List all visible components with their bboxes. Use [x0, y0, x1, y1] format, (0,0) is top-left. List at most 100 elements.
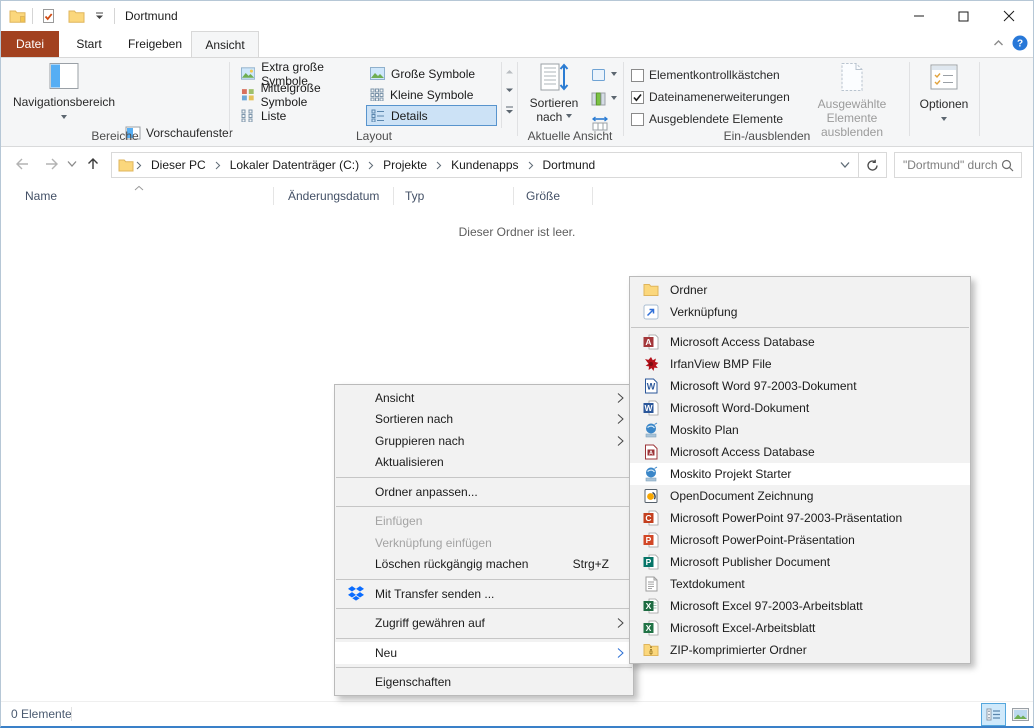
hidden-items-checkbox[interactable]: Ausgeblendete Elemente — [631, 108, 783, 130]
maximize-button[interactable] — [941, 1, 986, 31]
new-item-ordner[interactable]: Ordner — [630, 279, 970, 301]
publisher-file-icon: P — [643, 554, 659, 570]
column-divider[interactable] — [592, 187, 593, 205]
breadcrumb-chevron-icon[interactable] — [215, 161, 221, 170]
address-dropdown-icon[interactable] — [840, 161, 850, 169]
context-menu-item-neu-highlighted[interactable]: Neu — [335, 642, 633, 664]
search-input[interactable] — [895, 158, 1001, 172]
new-item-powerpoint-97-2003[interactable]: C Microsoft PowerPoint 97-2003-Präsentat… — [630, 507, 970, 529]
column-divider[interactable] — [393, 187, 394, 205]
recent-locations-icon[interactable] — [67, 160, 77, 168]
layout-list[interactable]: Liste — [237, 105, 368, 126]
file-extensions-checkbox[interactable]: Dateinamenerweiterungen — [631, 86, 790, 108]
breadcrumb-chevron-icon[interactable] — [136, 161, 142, 170]
tab-ansicht[interactable]: Ansicht — [191, 31, 259, 57]
context-menu-item-eigenschaften[interactable]: Eigenschaften — [335, 672, 633, 694]
back-icon[interactable] — [13, 156, 31, 172]
context-menu-item-aktualisieren[interactable]: Aktualisieren — [335, 452, 633, 474]
gallery-scrollbar[interactable] — [501, 62, 516, 128]
column-header-date[interactable]: Änderungsdatum — [284, 183, 389, 209]
svg-text:C: C — [645, 513, 651, 523]
svg-text:A: A — [645, 337, 651, 347]
moskito-icon — [643, 466, 659, 482]
address-bar[interactable]: Dieser PC Lokaler Datenträger (C:) Proje… — [111, 152, 887, 178]
up-icon[interactable] — [85, 156, 101, 172]
new-item-excel-97-2003[interactable]: X Microsoft Excel 97-2003-Arbeitsblatt — [630, 595, 970, 617]
search-icon[interactable] — [1001, 159, 1014, 172]
forward-icon[interactable] — [43, 156, 61, 172]
new-item-opendocument-zeichnung[interactable]: OpenDocument Zeichnung — [630, 485, 970, 507]
tab-datei[interactable]: Datei — [1, 31, 59, 57]
refresh-icon[interactable] — [858, 153, 886, 177]
new-item-moskito-projekt-starter-highlighted[interactable]: Moskito Projekt Starter — [630, 463, 970, 485]
ribbon-ansicht: Navigationsbereich Vorschaufenster Detai… — [1, 57, 1033, 147]
new-submenu: Ordner Verknüpfung A Microsoft Access Da… — [629, 276, 971, 664]
column-divider[interactable] — [273, 187, 274, 205]
new-item-word[interactable]: W Microsoft Word-Dokument — [630, 397, 970, 419]
layout-medium-icons[interactable]: Mittelgroße Symbole — [237, 84, 368, 105]
svg-text:W: W — [644, 403, 653, 413]
context-menu-item-zugriff-gewaehren[interactable]: Zugriff gewähren auf — [335, 613, 633, 635]
checkbox-unchecked — [631, 113, 644, 126]
context-menu-item-ansicht[interactable]: Ansicht — [335, 387, 633, 409]
breadcrumb-item[interactable]: Projekte — [376, 153, 434, 177]
app-folder-icon — [9, 8, 26, 24]
search-box[interactable] — [894, 152, 1022, 178]
column-divider[interactable] — [513, 187, 514, 205]
qat-customize-dropdown[interactable] — [91, 10, 108, 22]
qat-properties-button[interactable] — [39, 6, 58, 26]
layout-small-icons[interactable]: Kleine Symbole — [366, 84, 497, 105]
new-item-powerpoint[interactable]: P Microsoft PowerPoint-Präsentation — [630, 529, 970, 551]
qat-new-folder-button[interactable] — [66, 6, 87, 26]
details-view-toggle[interactable] — [981, 703, 1006, 726]
svg-text:P: P — [646, 557, 652, 567]
add-columns-button[interactable] — [591, 88, 617, 110]
new-item-access-database-2[interactable]: A Microsoft Access Database — [630, 441, 970, 463]
new-item-irfanview-bmp[interactable]: IrfanView BMP File — [630, 353, 970, 375]
context-menu-item-loeschen-rueckgaengig[interactable]: Löschen rückgängig machen Strg+Z — [335, 554, 633, 576]
column-header-type[interactable]: Typ — [401, 183, 509, 209]
breadcrumb-chevron-icon[interactable] — [528, 161, 534, 170]
new-item-publisher[interactable]: P Microsoft Publisher Document — [630, 551, 970, 573]
breadcrumb-item[interactable]: Dortmund — [536, 153, 603, 177]
context-menu-item-mit-transfer-senden[interactable]: Mit Transfer senden ... — [335, 583, 633, 605]
column-header-size[interactable]: Größe — [522, 183, 588, 209]
layout-large-icons[interactable]: Große Symbole — [366, 63, 497, 84]
access-97-file-icon: A — [643, 444, 659, 460]
close-button[interactable] — [986, 1, 1031, 31]
new-item-verknuepfung[interactable]: Verknüpfung — [630, 301, 970, 323]
new-item-word-97-2003[interactable]: W Microsoft Word 97-2003-Dokument — [630, 375, 970, 397]
breadcrumb-item[interactable]: Kundenapps — [444, 153, 525, 177]
breadcrumb-item[interactable]: Lokaler Datenträger (C:) — [223, 153, 366, 177]
minimize-button[interactable] — [896, 1, 941, 31]
context-menu-item-ordner-anpassen[interactable]: Ordner anpassen... — [335, 481, 633, 503]
menu-separator — [336, 506, 632, 507]
context-menu-item-gruppieren-nach[interactable]: Gruppieren nach — [335, 430, 633, 452]
breadcrumb-chevron-icon[interactable] — [368, 161, 374, 170]
new-item-moskito-plan[interactable]: Moskito Plan — [630, 419, 970, 441]
item-checkboxes-checkbox[interactable]: Elementkontrollkästchen — [631, 64, 780, 86]
help-icon[interactable]: ? — [1012, 35, 1028, 51]
new-item-zip-ordner[interactable]: ZIP-komprimierter Ordner — [630, 639, 970, 661]
sort-by-button[interactable]: Sortieren nach — [523, 62, 585, 124]
column-header-name[interactable]: Name — [21, 183, 271, 209]
submenu-arrow-icon — [617, 435, 624, 446]
large-icons-view-toggle[interactable] — [1008, 703, 1033, 726]
options-button[interactable]: Optionen — [913, 62, 975, 127]
breadcrumb-item[interactable]: Dieser PC — [144, 153, 213, 177]
breadcrumb-chevron-icon[interactable] — [436, 161, 442, 170]
new-item-access-database[interactable]: A Microsoft Access Database — [630, 331, 970, 353]
tab-start[interactable]: Start — [59, 31, 119, 57]
layout-item-label: Kleine Symbole — [390, 88, 473, 102]
layout-details-selected[interactable]: Details — [366, 105, 497, 126]
menu-separator — [631, 327, 969, 328]
navigation-pane-button[interactable]: Navigationsbereich — [7, 62, 121, 125]
new-item-excel[interactable]: X Microsoft Excel-Arbeitsblatt — [630, 617, 970, 639]
submenu-arrow-icon — [617, 414, 624, 425]
minimize-ribbon-icon[interactable] — [993, 39, 1004, 48]
new-item-textdokument[interactable]: Textdokument — [630, 573, 970, 595]
group-by-button[interactable] — [591, 64, 617, 86]
context-menu-item-sortieren-nach[interactable]: Sortieren nach — [335, 409, 633, 431]
tab-freigeben[interactable]: Freigeben — [119, 31, 191, 57]
divider — [114, 8, 115, 24]
